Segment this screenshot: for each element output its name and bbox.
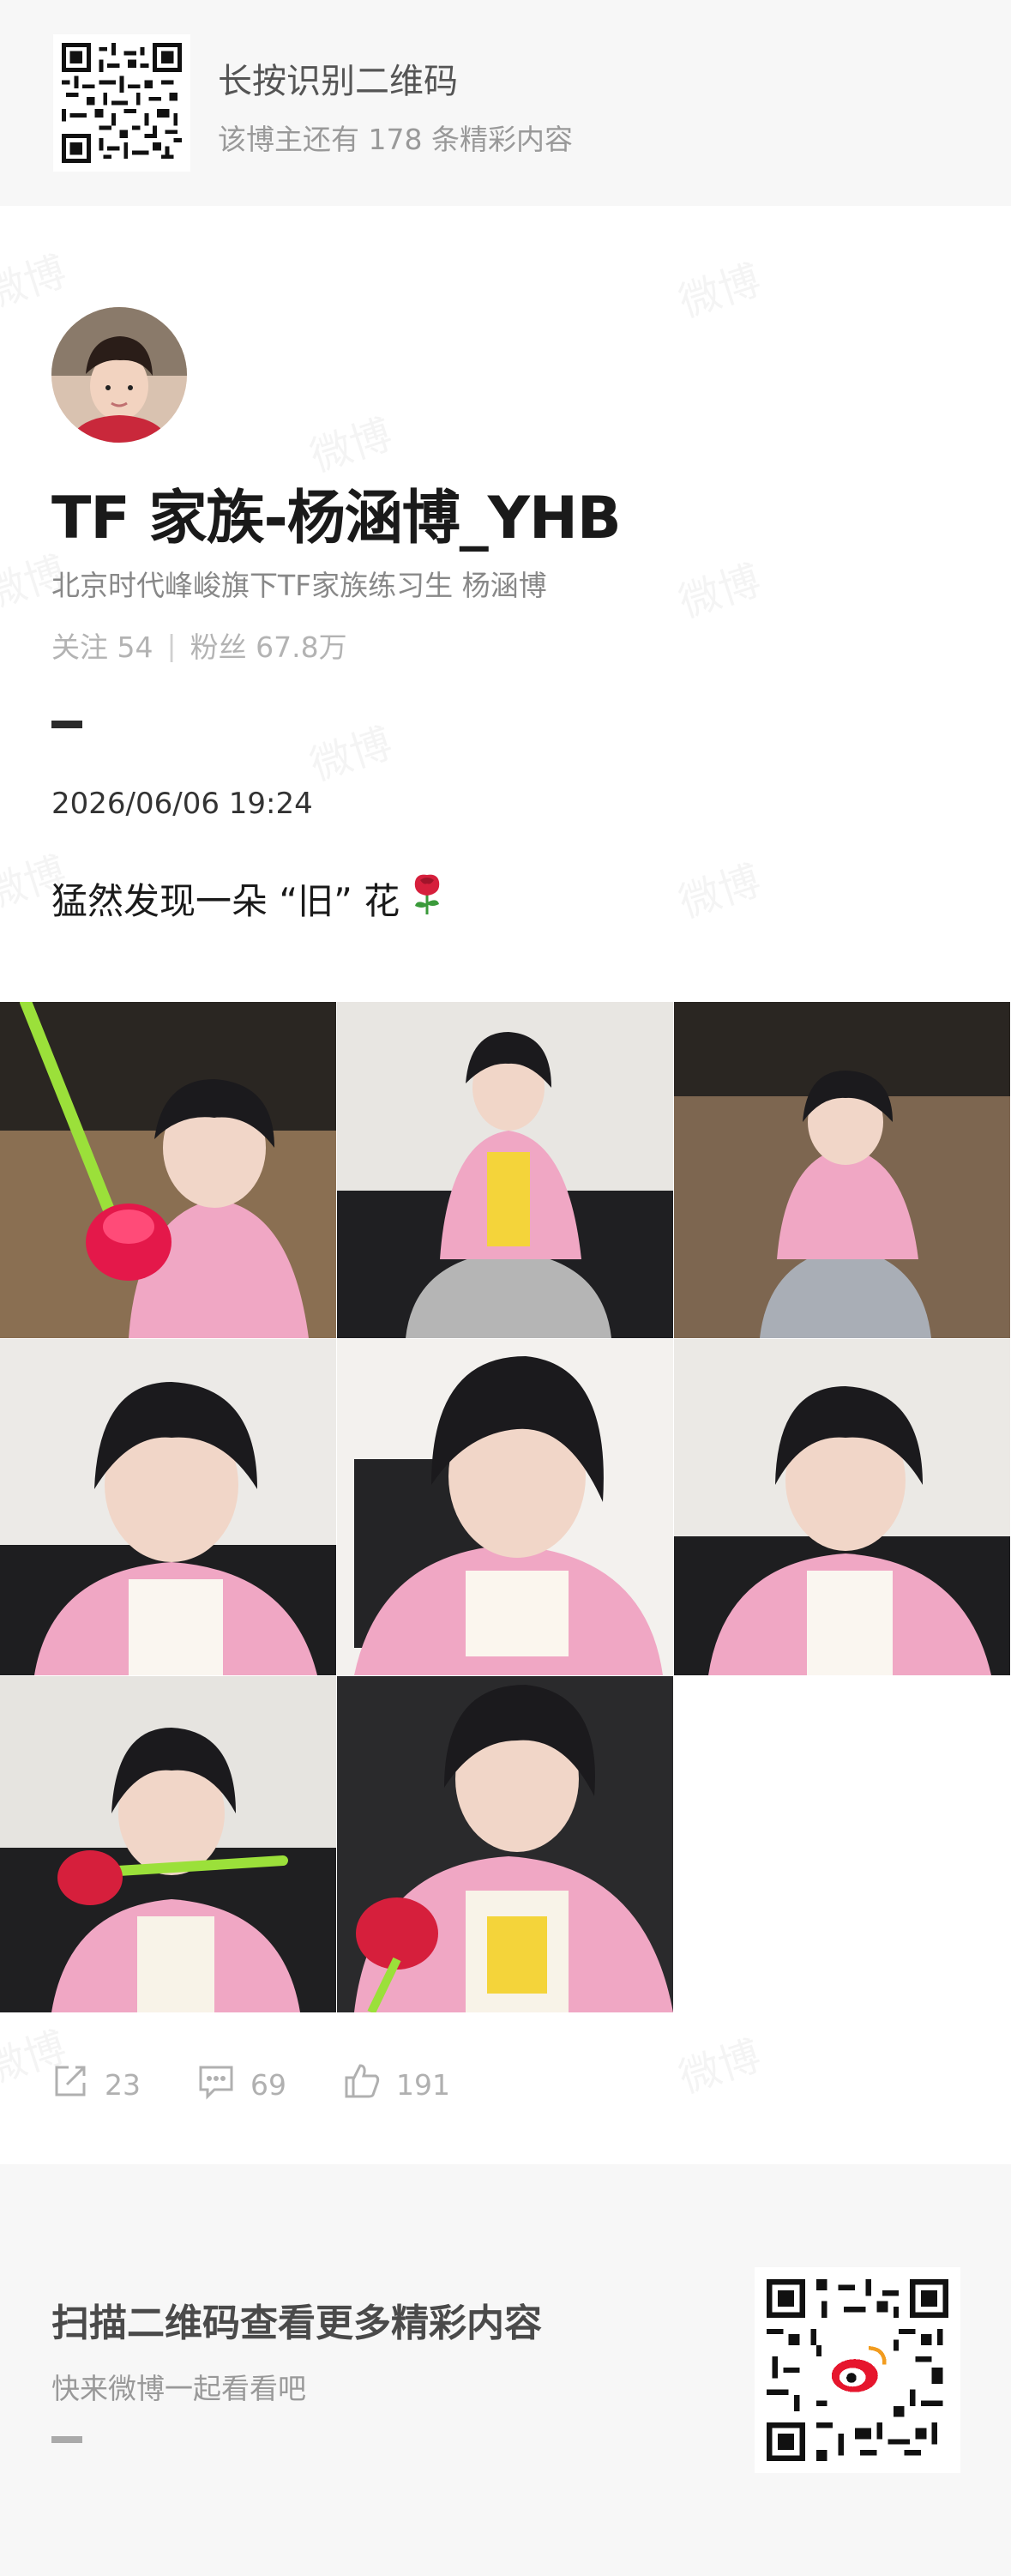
- rose-icon: [408, 872, 446, 925]
- photo-5[interactable]: [337, 1339, 673, 1675]
- photo-4[interactable]: [0, 1339, 336, 1675]
- post-actions: 23 69 191: [51, 2062, 450, 2107]
- avatar[interactable]: [51, 307, 187, 443]
- photo-1[interactable]: [0, 1002, 336, 1338]
- photo-2[interactable]: [337, 1002, 673, 1338]
- photo-7[interactable]: [0, 1676, 336, 2012]
- repost-count: 23: [105, 2067, 141, 2102]
- post-timestamp: 2026/06/06 19:24: [51, 787, 313, 821]
- profile-bio: 北京时代峰峻旗下TF家族练习生 杨涵博: [51, 569, 547, 602]
- post-text-content: 猛然发现一朵 “旧” 花: [51, 879, 400, 922]
- photo-8[interactable]: [337, 1676, 673, 2012]
- like-button[interactable]: 191: [343, 2062, 450, 2107]
- following-count[interactable]: 关注 54: [51, 624, 153, 666]
- stats-separator: |: [166, 628, 177, 662]
- more-content-count: 该博主还有 178 条精彩内容: [218, 123, 573, 156]
- like-count: 191: [396, 2067, 450, 2102]
- watermark: 微博: [302, 709, 399, 792]
- post-text: 猛然发现一朵 “旧” 花: [51, 872, 446, 925]
- comment-button[interactable]: 69: [197, 2062, 286, 2107]
- comment-count: 69: [250, 2067, 286, 2102]
- bottom-divider-dash: [51, 2436, 82, 2443]
- watermark: 微博: [671, 2022, 767, 2104]
- repost-icon: [51, 2062, 89, 2107]
- followers-count[interactable]: 粉丝 67.8万: [190, 624, 347, 666]
- weibo-qr-code[interactable]: [755, 2267, 960, 2473]
- watermark: 微博: [671, 546, 767, 629]
- qr-code[interactable]: [53, 34, 190, 172]
- top-qr-banner: 长按识别二维码 该博主还有 178 条精彩内容: [0, 0, 1011, 206]
- photo-grid: [0, 1002, 1011, 2014]
- repost-button[interactable]: 23: [51, 2062, 141, 2107]
- divider-dash: [51, 721, 82, 728]
- watermark: 微博: [671, 847, 767, 929]
- scan-hint-title: 长按识别二维码: [218, 62, 458, 101]
- profile-stats: 关注 54 | 粉丝 67.8万: [51, 624, 347, 666]
- bottom-scan-subtitle: 快来微博一起看看吧: [51, 2372, 306, 2405]
- comment-icon: [197, 2062, 235, 2107]
- bottom-scan-title: 扫描二维码查看更多精彩内容: [51, 2302, 542, 2345]
- profile-name[interactable]: TF 家族-杨涵博_YHB: [51, 470, 622, 555]
- photo-3[interactable]: [674, 1002, 1010, 1338]
- watermark: 微博: [671, 246, 767, 329]
- thumbs-up-icon: [343, 2062, 381, 2107]
- watermark: 微博: [0, 238, 72, 320]
- photo-6[interactable]: [674, 1339, 1010, 1675]
